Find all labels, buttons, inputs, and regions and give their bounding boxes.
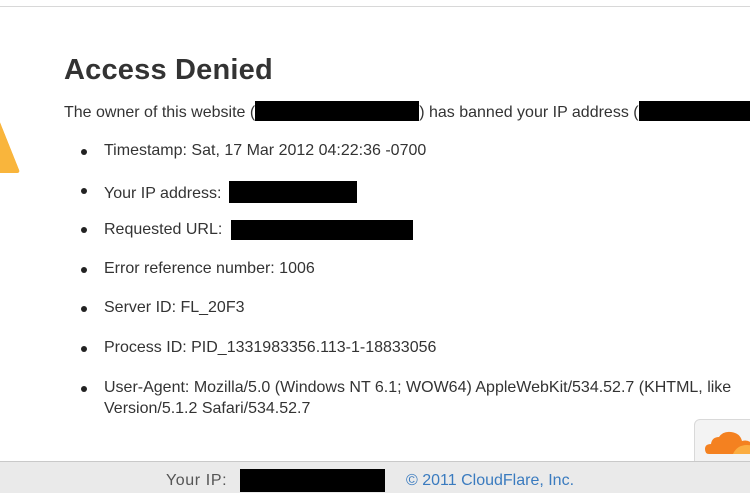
detail-server-id-text: Server ID: FL_20F3	[104, 299, 245, 316]
ban-message: The owner of this website ( ) has banned …	[64, 101, 750, 122]
cloudflare-copyright-link[interactable]: © 2011 CloudFlare, Inc.	[406, 472, 574, 490]
detail-timestamp-text: Timestamp: Sat, 17 Mar 2012 04:22:36 -07…	[104, 142, 427, 159]
detail-ip-label: Your IP address:	[104, 185, 222, 202]
redacted-url	[230, 220, 413, 240]
redacted-ip-address	[228, 181, 357, 203]
page-title: Access Denied	[64, 54, 273, 86]
detail-timestamp: Timestamp: Sat, 17 Mar 2012 04:22:36 -07…	[80, 142, 427, 160]
detail-user-agent-text-line2: Version/5.1.2 Safari/534.52.7	[104, 400, 311, 417]
detail-process-id: Process ID: PID_1331983356.113-1-1883305…	[80, 339, 437, 357]
detail-process-id-text: Process ID: PID_1331983356.113-1-1883305…	[104, 339, 437, 356]
detail-error-reference: Error reference number: 1006	[81, 260, 315, 278]
ban-message-middle: ) has banned your IP address (	[419, 104, 639, 121]
detail-server-id: Server ID: FL_20F3	[81, 299, 245, 317]
warning-icon	[0, 122, 20, 173]
detail-user-agent: User-Agent: Mozilla/5.0 (Windows NT 6.1;…	[80, 379, 732, 397]
detail-user-agent-continued: Version/5.1.2 Safari/534.52.7	[104, 400, 310, 418]
detail-requested-url: Requested URL:	[81, 220, 413, 240]
ban-message-prefix: The owner of this website (	[64, 104, 256, 121]
footer-bar: Your IP: © 2011 CloudFlare, Inc.	[0, 461, 750, 493]
detail-ip-address: Your IP address:	[81, 181, 357, 203]
detail-url-label: Requested URL:	[104, 221, 223, 238]
footer-ip-label: Your IP:	[166, 472, 228, 489]
top-divider	[0, 6, 750, 7]
redacted-website	[255, 101, 420, 121]
cloudflare-cloud-icon	[705, 431, 750, 454]
detail-error-reference-text: Error reference number: 1006	[104, 260, 315, 277]
footer-redacted-ip	[240, 469, 385, 492]
error-page: Access Denied The owner of this website …	[0, 0, 750, 493]
detail-user-agent-text: User-Agent: Mozilla/5.0 (Windows NT 6.1;…	[104, 379, 732, 396]
redacted-ip	[638, 101, 750, 121]
